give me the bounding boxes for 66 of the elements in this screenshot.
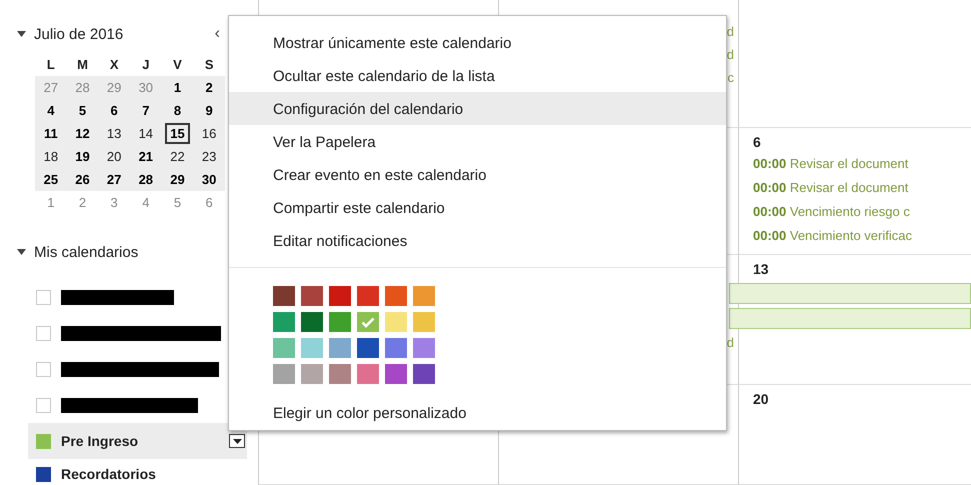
day-cell[interactable]: 20 (739, 385, 971, 485)
day-number[interactable]: 11 (38, 123, 63, 144)
date-number: 6 (753, 134, 762, 152)
month-title: Julio de 2016 (34, 26, 124, 42)
day-number[interactable]: 9 (200, 100, 218, 121)
event-entry[interactable]: 00:00 Revisar el document (753, 176, 971, 200)
menu-item[interactable]: Mostrar únicamente este calendario (229, 26, 726, 59)
event-fragment: d (726, 47, 734, 62)
menu-item[interactable]: Compartir este calendario (229, 191, 726, 224)
day-number[interactable]: 25 (38, 169, 64, 190)
event-fragment: d (726, 24, 734, 39)
day-number[interactable]: 6 (106, 100, 123, 121)
day-number[interactable]: 4 (137, 192, 154, 213)
day-number[interactable]: 2 (200, 77, 218, 98)
menu-item[interactable]: Ocultar este calendario de la lista (229, 59, 726, 92)
day-number[interactable]: 1 (168, 77, 186, 98)
day-number[interactable]: 8 (168, 100, 186, 121)
weekday-label: M (76, 57, 89, 72)
day-number[interactable]: 12 (70, 123, 95, 144)
weekday-label: J (141, 57, 150, 72)
menu-item[interactable]: Editar notificaciones (229, 224, 726, 257)
day-number[interactable]: 4 (42, 100, 60, 121)
day-number[interactable]: 20 (102, 146, 126, 167)
event-fragment: c (728, 70, 734, 85)
day-number[interactable]: 5 (168, 192, 186, 213)
section-title: Mis calendarios (34, 244, 138, 260)
day-number[interactable]: 28 (134, 169, 158, 190)
calendar-row-highlight[interactable]: Pre Ingreso (28, 423, 247, 459)
day-number[interactable]: 23 (196, 146, 222, 167)
event-entry[interactable]: 00:00 Vencimiento verificac (753, 224, 971, 248)
day-number[interactable]: 29 (165, 169, 190, 190)
event-entry[interactable]: 00:00 Revisar el document (753, 152, 971, 176)
weekday-label: V (172, 57, 183, 72)
weekday-label: S (204, 57, 214, 72)
day-number[interactable]: 7 (137, 100, 154, 121)
day-number[interactable]: 22 (165, 146, 190, 167)
day-number[interactable]: 30 (196, 169, 222, 190)
date-number: 20 (753, 391, 770, 409)
event-fragment: d (726, 335, 734, 350)
day-number[interactable]: 21 (134, 146, 158, 167)
day-number[interactable]: 1 (42, 192, 60, 213)
day-number[interactable]: 19 (70, 146, 95, 167)
day-number[interactable]: 14 (134, 123, 158, 144)
weekday-label: X (108, 57, 120, 72)
day-number[interactable]: 27 (102, 169, 126, 190)
day-number[interactable]: 13 (102, 123, 126, 144)
day-number[interactable]: 3 (106, 192, 123, 213)
custom-color-link[interactable]: Elegir un color personalizado (273, 405, 466, 422)
weekday-label: L (46, 57, 56, 72)
day-number[interactable]: 16 (196, 123, 222, 144)
day-number[interactable]: 18 (38, 146, 64, 167)
previous-month-button[interactable]: ‹ (214, 26, 220, 42)
event-entry[interactable]: 00:00 Vencimiento riesgo c (753, 200, 971, 224)
day-number[interactable]: 6 (200, 192, 218, 213)
day-cell[interactable]: 6 00:00 Revisar el document 00:00 Revisar el document 00:00 Vencimiento riesgo c 00:00 Vencimiento verificac (739, 128, 971, 255)
menu-item[interactable]: Crear evento en este calendario (229, 158, 726, 191)
calendar-name[interactable]: Pre Ingreso (61, 433, 229, 449)
day-cell[interactable]: 13 (739, 255, 971, 385)
day-number[interactable]: 2 (74, 192, 92, 213)
menu-item[interactable]: Configuración del calendario (229, 92, 726, 125)
day-number[interactable]: 26 (70, 169, 95, 190)
day-number[interactable]: 5 (74, 100, 92, 121)
date-number: 13 (753, 261, 770, 279)
calendar-name[interactable]: Recordatorios (61, 466, 247, 482)
menu-item[interactable]: Ver la Papelera (229, 125, 726, 158)
day-number[interactable]: 15 (165, 123, 190, 144)
